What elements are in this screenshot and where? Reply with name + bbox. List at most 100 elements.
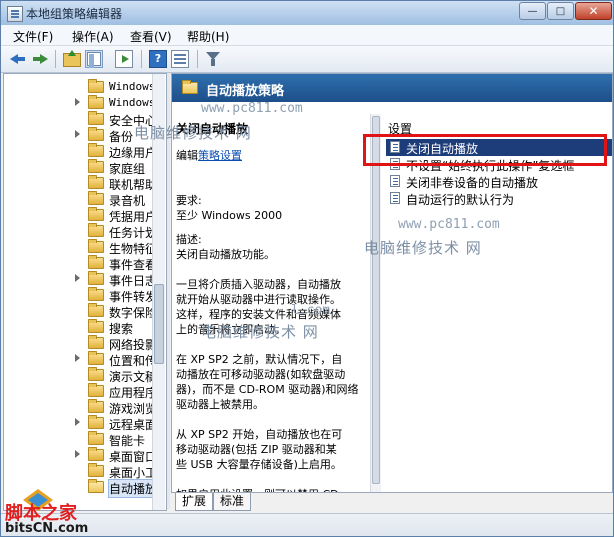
folder-icon bbox=[88, 383, 104, 397]
description-line: 要求: bbox=[176, 194, 202, 207]
site-logo: 脚本之家 bitsCN.com bbox=[3, 489, 93, 536]
setting-row[interactable]: 关闭非卷设备的自动播放 bbox=[386, 173, 612, 190]
description-line: 如果启用此设置，则可以禁用 CD- bbox=[176, 487, 343, 492]
view-tabs: 扩展 标准 bbox=[171, 493, 611, 511]
menu-action[interactable]: 操作(A) bbox=[72, 28, 114, 45]
menu-help[interactable]: 帮助(H) bbox=[187, 28, 229, 45]
title-bar[interactable]: 本地组策略编辑器 — □ ✕ bbox=[1, 1, 613, 26]
setting-row[interactable]: 不设置“始终执行此操作”复选框 bbox=[386, 156, 612, 173]
policy-setting-icon bbox=[390, 141, 400, 153]
description-line: 动播放在可移动驱动器(如软盘驱动 bbox=[176, 368, 346, 381]
window-title: 本地组策略编辑器 bbox=[26, 7, 123, 21]
description-line: 关闭自动播放功能。 bbox=[176, 248, 275, 261]
pane-splitter[interactable] bbox=[167, 73, 170, 509]
description-line: 移动驱动器(包括 ZIP 驱动器和某 bbox=[176, 443, 337, 456]
folder-icon bbox=[88, 111, 104, 125]
tree-scrollbar[interactable] bbox=[152, 74, 165, 510]
maximize-button[interactable]: □ bbox=[547, 2, 574, 20]
toolbar-separator bbox=[55, 50, 56, 68]
folder-icon bbox=[88, 287, 104, 301]
folder-icon bbox=[88, 255, 104, 269]
minimize-button[interactable]: — bbox=[519, 2, 546, 20]
edit-prefix: 编辑 bbox=[176, 149, 198, 162]
up-folder-icon[interactable] bbox=[63, 50, 81, 67]
edit-policy-link[interactable]: 策略设置 bbox=[198, 149, 242, 162]
policy-setting-icon bbox=[390, 192, 400, 204]
expand-arrow-icon[interactable] bbox=[75, 354, 80, 362]
expand-arrow-icon[interactable] bbox=[75, 450, 80, 458]
settings-list: 设置 关闭自动播放不设置“始终执行此操作”复选框 关闭非卷设备的自动播放 自动运行的… bbox=[382, 102, 612, 492]
policy-setting-icon bbox=[390, 175, 400, 187]
tree-scroll-thumb[interactable] bbox=[154, 284, 164, 364]
setting-row[interactable]: 自动运行的默认行为 bbox=[386, 190, 612, 207]
properties-icon[interactable] bbox=[171, 50, 189, 68]
folder-icon bbox=[88, 191, 104, 205]
tree-item-label: 自动播放 bbox=[107, 479, 159, 498]
tab-extended[interactable]: 扩展 bbox=[175, 493, 214, 511]
setting-label: 关闭非卷设备的自动播放 bbox=[406, 176, 539, 190]
folder-icon bbox=[88, 351, 104, 365]
description-scrollbar[interactable] bbox=[370, 114, 381, 492]
description-line: 描述: bbox=[176, 233, 202, 246]
description-line: 至少 Windows 2000 bbox=[176, 209, 283, 222]
folder-icon bbox=[88, 159, 104, 173]
folder-icon bbox=[88, 367, 104, 381]
folder-icon bbox=[88, 95, 104, 109]
folder-icon bbox=[88, 127, 104, 141]
folder-icon bbox=[88, 271, 104, 285]
export-list-icon[interactable] bbox=[115, 50, 133, 68]
folder-icon bbox=[88, 207, 104, 221]
expand-arrow-icon[interactable] bbox=[75, 418, 80, 426]
description-line: 在 XP SP2 之前，默认情况下，自 bbox=[176, 353, 343, 366]
folder-icon bbox=[88, 399, 104, 413]
setting-label: 关闭自动播放 bbox=[406, 142, 479, 156]
folder-icon bbox=[88, 447, 104, 461]
folder-icon bbox=[88, 223, 104, 237]
expand-arrow-icon[interactable] bbox=[75, 98, 80, 106]
folder-icon bbox=[88, 335, 104, 349]
description-line: 驱动器上被禁用。 bbox=[176, 398, 264, 411]
policy-setting-icon bbox=[390, 158, 400, 170]
console-tree[interactable]: Windows Windows 安全中心 备份 边缘用户 家庭组 联机帮助 录音机 凭据用户 任务… bbox=[3, 73, 167, 511]
description-line: 从 XP SP2 开始，自动播放也在可 bbox=[176, 428, 343, 441]
folder-icon bbox=[88, 303, 104, 317]
settings-column-header[interactable]: 设置 bbox=[388, 120, 412, 137]
folder-icon bbox=[88, 143, 104, 157]
details-header-title: 自动播放策略 bbox=[206, 84, 285, 99]
expand-arrow-icon[interactable] bbox=[75, 130, 80, 138]
menu-file[interactable]: 文件(F) bbox=[13, 28, 53, 45]
description-line: 一旦将介质插入驱动器，自动播放 bbox=[176, 278, 341, 291]
folder-icon bbox=[88, 175, 104, 189]
setting-row[interactable]: 关闭自动播放 bbox=[386, 139, 612, 156]
description-scroll-thumb[interactable] bbox=[372, 116, 380, 484]
menu-bar: 文件(F) 操作(A) 查看(V) 帮助(H) bbox=[1, 25, 613, 46]
tab-standard[interactable]: 标准 bbox=[213, 493, 252, 511]
description-line: 上的音乐将立即启动。 bbox=[176, 323, 286, 336]
back-arrow-icon[interactable] bbox=[9, 50, 27, 68]
description-heading: 关闭自动播放 bbox=[176, 122, 249, 136]
toolbar-separator bbox=[197, 50, 198, 68]
folder-icon bbox=[88, 463, 104, 477]
edit-policy-line: 编辑策略设置 bbox=[176, 148, 242, 163]
folder-icon bbox=[88, 239, 104, 253]
extended-description: 关闭自动播放 编辑策略设置 要求: 至少 Windows 2000 描述: 关闭自动播… bbox=[172, 102, 372, 492]
logo-text-en: bitsCN.com bbox=[5, 521, 89, 536]
setting-label: 不设置“始终执行此操作”复选框 bbox=[406, 159, 575, 173]
toolbar: ? bbox=[1, 46, 613, 73]
close-button[interactable]: ✕ bbox=[575, 2, 612, 20]
setting-label: 自动运行的默认行为 bbox=[406, 193, 515, 207]
filter-icon[interactable] bbox=[204, 50, 222, 68]
description-line: 这样，程序的安装文件和音频媒体 bbox=[176, 308, 341, 321]
expand-arrow-icon[interactable] bbox=[75, 274, 80, 282]
header-folder-icon bbox=[182, 80, 198, 94]
menu-view[interactable]: 查看(V) bbox=[130, 28, 172, 45]
folder-icon bbox=[88, 415, 104, 429]
tree-item-label: Windows bbox=[109, 80, 156, 93]
help-icon[interactable]: ? bbox=[149, 50, 167, 68]
group-policy-editor-window: 本地组策略编辑器 — □ ✕ 文件(F) 操作(A) 查看(V) 帮助(H) ?… bbox=[0, 0, 614, 537]
show-hide-tree-button[interactable] bbox=[85, 50, 103, 68]
gpedit-app-icon bbox=[7, 6, 23, 22]
toolbar-separator bbox=[141, 50, 142, 68]
description-line: 器)，而不是 CD-ROM 驱动器)和网络 bbox=[176, 383, 359, 396]
forward-arrow-icon[interactable] bbox=[31, 50, 49, 68]
